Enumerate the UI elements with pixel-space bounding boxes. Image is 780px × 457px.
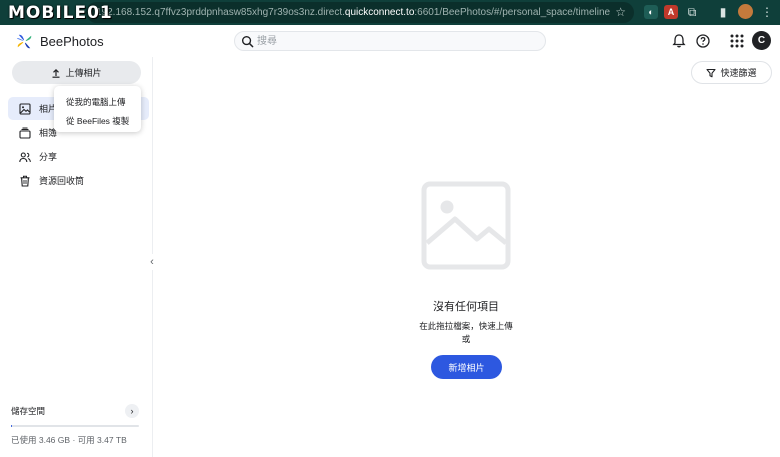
sidebar-item-shared[interactable]: 分享	[8, 145, 149, 168]
app-header: BeePhotos C	[0, 25, 780, 57]
sidebar-item-label: 資源回收筒	[39, 176, 85, 186]
filter-icon	[706, 68, 717, 77]
sidebar-item-label: 分享	[39, 152, 58, 162]
storage-free: 可用 3.47 TB	[77, 435, 127, 445]
storage-usage-text: 已使用 3.46 GB · 可用 3.47 TB	[11, 434, 139, 446]
puzzle-extensions-icon[interactable]: ⧉	[685, 5, 699, 19]
storage-panel: 儲存空間 › 已使用 3.46 GB · 可用 3.47 TB	[11, 403, 139, 446]
browser-menu-icon[interactable]: ⋮	[760, 5, 774, 19]
apps-grid-icon[interactable]	[729, 33, 745, 49]
storage-title: 儲存空間	[11, 406, 46, 416]
url-prefix: 192.168.152.q7ffvz3prddpnhasw85xhg7r39os…	[96, 7, 345, 18]
add-photos-button[interactable]: 新增相片	[431, 355, 502, 379]
chevron-right-icon[interactable]: ›	[125, 404, 139, 418]
search-icon	[241, 35, 254, 48]
menu-item-copy-from-beefiles[interactable]: 從 BeeFiles 複製	[54, 111, 141, 130]
quick-filter-label: 快速篩選	[720, 68, 757, 78]
help-icon[interactable]	[695, 33, 711, 49]
profile-avatar-icon[interactable]	[738, 4, 753, 19]
pdf-extension-icon[interactable]: A	[664, 5, 678, 19]
bookmark-star-icon[interactable]: ☆	[615, 5, 626, 19]
beephotos-logo-icon	[16, 34, 32, 49]
trash-icon	[20, 175, 30, 187]
empty-photo-placeholder-icon	[421, 181, 511, 270]
sidebar-item-trash[interactable]: 資源回收筒	[8, 169, 149, 192]
url-path: :6601/BeePhotos/#/personal_space/timelin…	[414, 7, 611, 18]
storage-separator: ·	[72, 435, 76, 445]
storage-used: 已使用 3.46 GB	[11, 435, 71, 445]
upload-photos-label: 上傳相片	[65, 68, 102, 78]
side-panel-icon[interactable]: ▮	[716, 5, 730, 19]
quick-filter-button[interactable]: 快速篩選	[691, 61, 772, 84]
watermark: MOBILE01	[8, 3, 113, 23]
album-icon	[19, 127, 31, 139]
app-name: BeePhotos	[40, 34, 104, 49]
empty-state-title: 沒有任何項目	[433, 301, 499, 313]
browser-toolbar: MOBILE01 192.168.152.q7ffvz3prddpnhasw85…	[0, 0, 780, 25]
photo-icon	[19, 102, 31, 115]
upload-photos-button[interactable]: 上傳相片	[12, 61, 141, 84]
storage-progress-fill	[11, 425, 13, 427]
collapse-sidebar-chevron-left-icon[interactable]: ‹	[145, 254, 159, 270]
user-avatar[interactable]: C	[752, 31, 771, 50]
bell-icon[interactable]	[671, 33, 687, 49]
menu-item-upload-from-computer[interactable]: 從我的電腦上傳	[54, 92, 141, 111]
upload-icon	[52, 68, 60, 78]
url-text: 192.168.152.q7ffvz3prddpnhasw85xhg7r39os…	[96, 7, 610, 18]
storage-progress	[11, 425, 139, 427]
empty-state-or: 或	[461, 334, 471, 344]
extension-icon[interactable]: ◐	[644, 5, 658, 19]
search-box[interactable]	[234, 31, 546, 51]
empty-state-subtitle: 在此拖拉檔案，快速上傳	[419, 321, 513, 331]
address-bar[interactable]: 192.168.152.q7ffvz3prddpnhasw85xhg7r39os…	[86, 2, 634, 23]
url-host: quickconnect.to	[344, 7, 415, 18]
upload-menu: 從我的電腦上傳 從 BeeFiles 複製	[54, 86, 141, 132]
search-input[interactable]	[257, 34, 537, 49]
people-icon	[19, 151, 31, 162]
